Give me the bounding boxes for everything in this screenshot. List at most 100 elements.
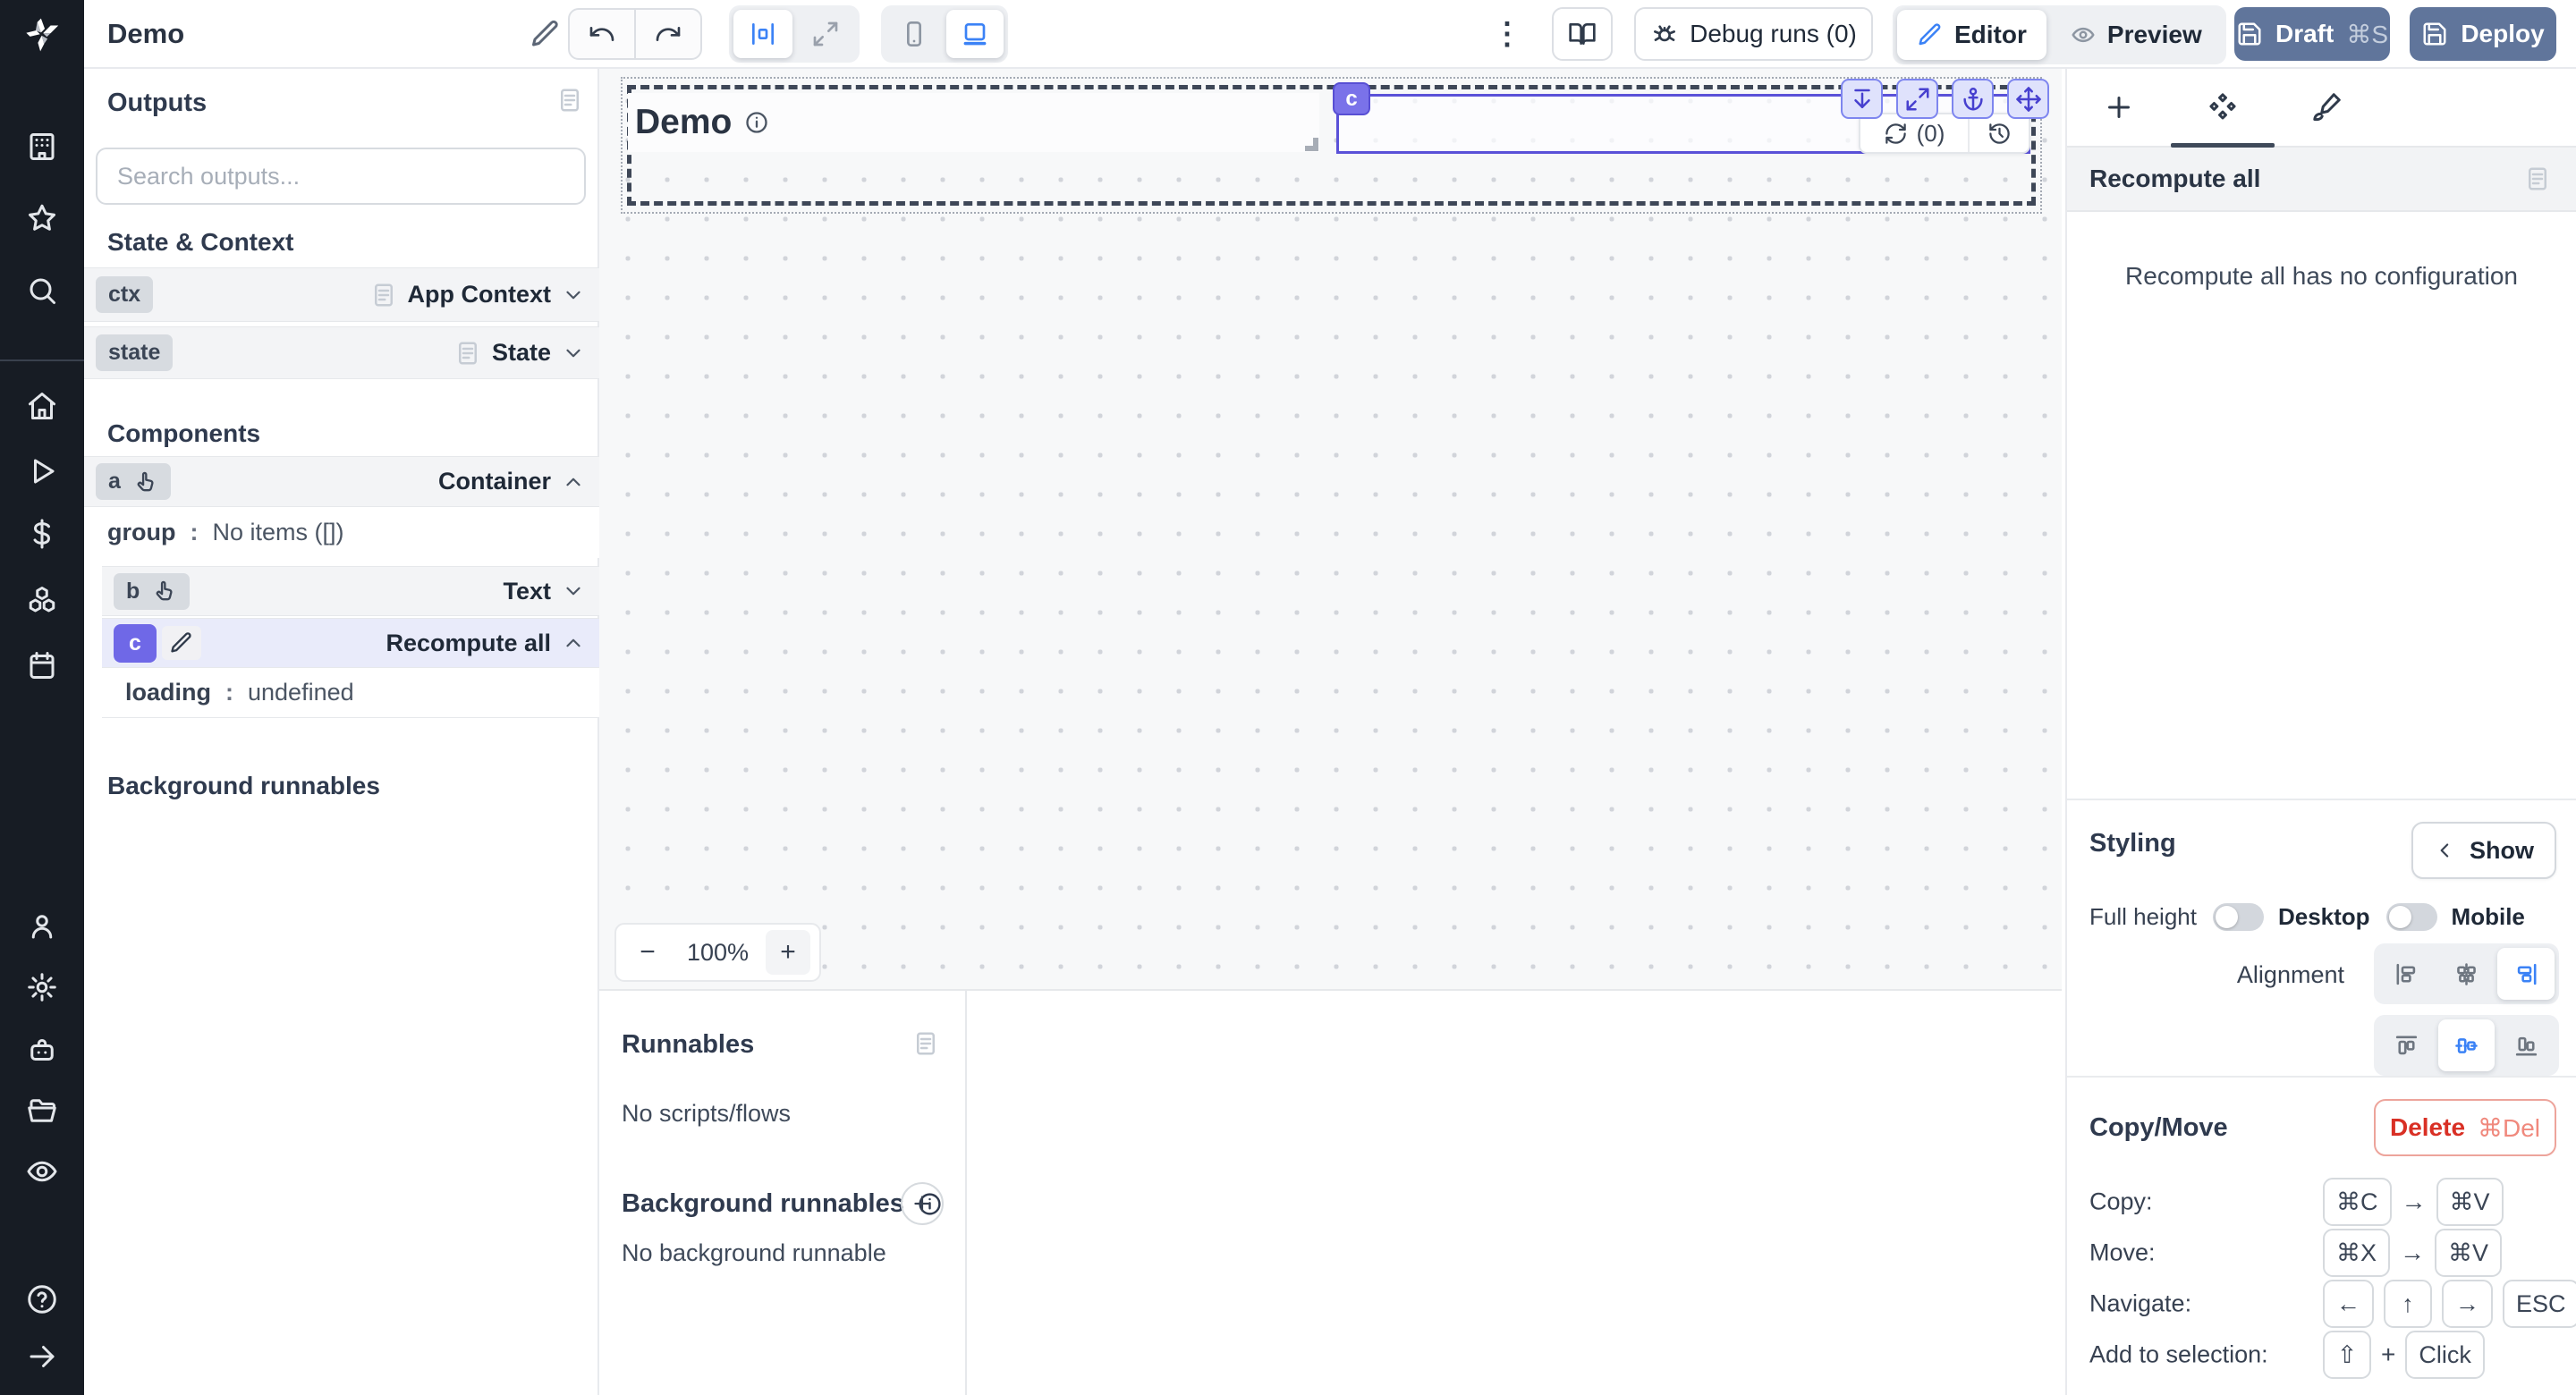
recompute-history-button[interactable] xyxy=(1968,114,2029,152)
deploy-button[interactable]: Deploy xyxy=(2410,7,2556,61)
move-button[interactable] xyxy=(2007,79,2049,119)
section-divider xyxy=(2067,1076,2576,1078)
component-c-prop-row[interactable]: loading : undefined xyxy=(102,668,599,718)
chevron-down-icon[interactable] xyxy=(562,342,585,365)
navigate-label: Navigate: xyxy=(2089,1290,2191,1318)
chevron-up-icon[interactable] xyxy=(562,470,585,494)
resources-cubes-icon[interactable] xyxy=(24,582,60,618)
outputs-title: Outputs xyxy=(107,89,207,118)
kbd-key: ⌘V xyxy=(2435,1229,2502,1277)
chevron-down-icon[interactable] xyxy=(562,579,585,603)
align-left-button[interactable] xyxy=(2378,948,2436,1000)
app-canvas[interactable]: Demo c (0) − 100% + xyxy=(599,69,2062,989)
center-layout-button[interactable] xyxy=(733,10,792,58)
navigate-shortcut-row: Navigate: ← ↑ → ESC xyxy=(2067,1279,2576,1329)
outputs-doc-icon[interactable] xyxy=(556,87,583,114)
resize-handle[interactable] xyxy=(1305,138,1318,151)
variables-dollar-icon[interactable] xyxy=(24,516,60,552)
folders-icon[interactable] xyxy=(24,1093,60,1129)
copy-shortcut-row: Copy: ⌘C → ⌘V xyxy=(2067,1177,2576,1227)
workers-toolbox-icon[interactable] xyxy=(24,1032,60,1068)
save-draft-button[interactable]: Draft ⌘S xyxy=(2234,7,2390,61)
search-outputs-input[interactable] xyxy=(96,148,586,205)
component-a-prop-row[interactable]: group : No items ([]) xyxy=(84,507,599,558)
workspace-icon[interactable] xyxy=(24,129,60,165)
anchor-button[interactable] xyxy=(1952,79,1994,119)
fullscreen-button[interactable] xyxy=(1896,79,1938,119)
add-to-selection-label: Add to selection: xyxy=(2089,1341,2268,1369)
undo-redo-group xyxy=(568,8,702,60)
component-doc-icon[interactable] xyxy=(2524,165,2551,192)
text-component-b[interactable]: Demo xyxy=(628,93,1319,152)
ctx-type-label: App Context xyxy=(408,281,551,309)
schedules-calendar-icon[interactable] xyxy=(24,647,60,683)
full-height-label: Full height xyxy=(2089,903,2197,931)
tab-insert-component[interactable] xyxy=(2067,69,2171,146)
topbar: Demo ⋮ Debug runs (0) Editor Pr xyxy=(84,0,2576,69)
preview-tab-label: Preview xyxy=(2107,21,2202,49)
horizontal-alignment-group xyxy=(2374,943,2559,1004)
windmill-logo-icon[interactable] xyxy=(0,0,84,69)
desktop-mobile-toggle[interactable] xyxy=(2386,903,2437,931)
runnables-doc-icon[interactable] xyxy=(912,1030,939,1057)
output-row-ctx[interactable]: ctx App Context xyxy=(84,267,599,322)
plus-separator: + xyxy=(2381,1340,2395,1369)
editor-tab[interactable]: Editor xyxy=(1897,10,2046,60)
plus-icon xyxy=(2103,91,2135,123)
more-menu-button[interactable]: ⋮ xyxy=(1489,13,1525,55)
home-icon[interactable] xyxy=(24,388,60,424)
pencil-icon xyxy=(1917,21,1944,48)
align-bottom-button[interactable] xyxy=(2497,1019,2555,1071)
save-icon xyxy=(2421,21,2448,47)
align-top-button[interactable] xyxy=(2378,1019,2436,1071)
tab-styling[interactable] xyxy=(2275,69,2378,146)
styling-show-button[interactable]: Show xyxy=(2411,822,2556,879)
recompute-refresh-button[interactable]: (0) xyxy=(1860,114,1968,152)
styling-title: Styling xyxy=(2089,829,2176,858)
app-sidebar xyxy=(0,0,84,1395)
preview-tab[interactable]: Preview xyxy=(2050,10,2222,60)
align-center-horizontal-button[interactable] xyxy=(2438,948,2496,1000)
fullscreen-layout-button[interactable] xyxy=(796,10,855,58)
delete-component-button[interactable]: Delete ⌘Del xyxy=(2374,1099,2556,1156)
redo-button[interactable] xyxy=(634,10,700,58)
editor-tab-label: Editor xyxy=(1954,21,2027,49)
copy-label: Copy: xyxy=(2089,1188,2153,1216)
help-icon[interactable] xyxy=(24,1281,60,1317)
debug-runs-button[interactable]: Debug runs (0) xyxy=(1634,7,1873,61)
align-center-vertical-button[interactable] xyxy=(2438,1019,2496,1071)
mobile-view-button[interactable] xyxy=(886,10,943,58)
chevron-down-icon[interactable] xyxy=(562,283,585,307)
desktop-label: Desktop xyxy=(2278,903,2370,931)
search-icon[interactable] xyxy=(24,273,60,309)
component-row-b[interactable]: b Text xyxy=(102,566,599,616)
background-runnables-title: Background runnables xyxy=(622,1189,904,1219)
rename-pencil-icon[interactable] xyxy=(162,626,201,660)
expand-arrow-icon[interactable] xyxy=(24,1339,60,1374)
add-background-runnable-button[interactable] xyxy=(901,1182,944,1225)
selected-component-tag[interactable]: c xyxy=(1333,82,1370,115)
docs-button[interactable] xyxy=(1552,7,1613,61)
tab-component-settings-active[interactable] xyxy=(2171,69,2275,146)
canvas-app-title: Demo xyxy=(635,103,732,142)
users-icon[interactable] xyxy=(24,909,60,944)
zoom-in-button[interactable]: + xyxy=(766,930,810,975)
settings-tabs xyxy=(2067,69,2576,148)
settings-gear-icon[interactable] xyxy=(24,969,60,1005)
state-id-badge: state xyxy=(96,334,173,371)
align-right-button[interactable] xyxy=(2497,948,2555,1000)
kbd-key: ⇧ xyxy=(2323,1331,2371,1379)
edit-title-pencil-icon[interactable] xyxy=(530,18,562,50)
component-row-c-selected[interactable]: c Recompute all xyxy=(102,618,599,668)
undo-button[interactable] xyxy=(570,10,634,58)
audit-eye-icon[interactable] xyxy=(24,1154,60,1189)
chevron-up-icon[interactable] xyxy=(562,631,585,655)
desktop-view-button[interactable] xyxy=(946,10,1004,58)
component-row-a[interactable]: a Container xyxy=(84,456,599,507)
expand-down-button[interactable] xyxy=(1841,79,1883,119)
output-row-state[interactable]: state State xyxy=(84,326,599,379)
zoom-out-button[interactable]: − xyxy=(625,930,670,975)
favorites-star-icon[interactable] xyxy=(24,200,60,236)
full-height-toggle[interactable] xyxy=(2213,903,2264,931)
runs-play-icon[interactable] xyxy=(24,453,60,489)
